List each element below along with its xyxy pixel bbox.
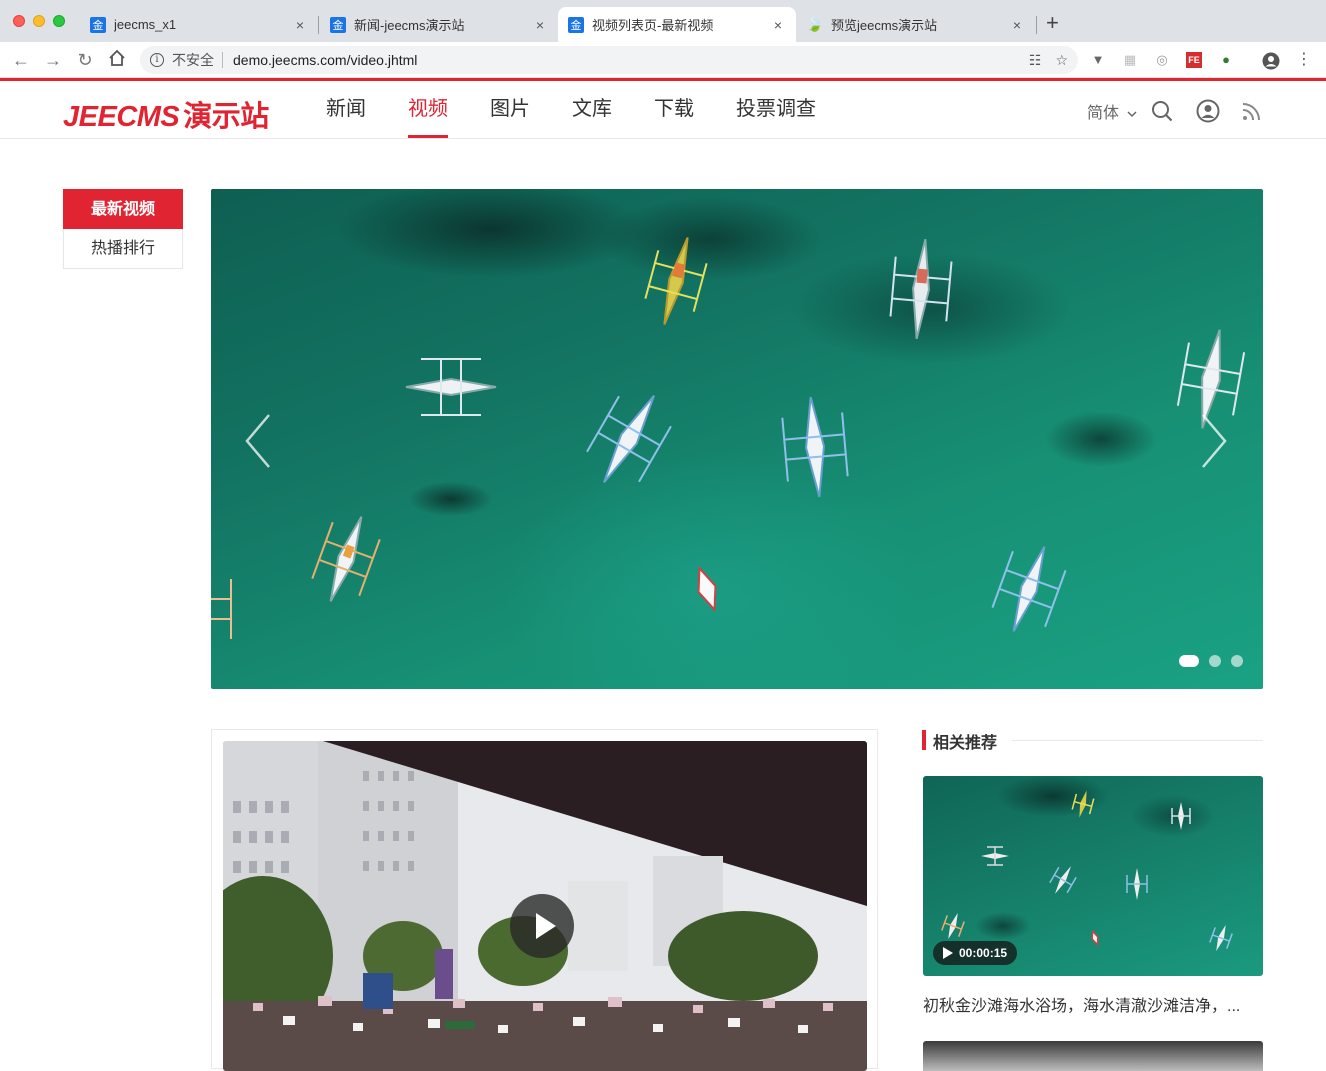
nav-news[interactable]: 新闻 (326, 81, 366, 139)
profile-icon[interactable] (1262, 52, 1280, 70)
carousel-pagination (1179, 655, 1243, 667)
fe-helper-icon[interactable]: FE (1186, 52, 1202, 68)
nav-library[interactable]: 文库 (572, 81, 612, 139)
rss-icon[interactable] (1240, 99, 1264, 123)
main-nav: 新闻 视频 图片 文库 下载 投票调查 (326, 81, 858, 139)
tab-title: 预览jeecms演示站 (831, 18, 938, 33)
new-tab-button[interactable]: + (1046, 12, 1059, 34)
back-icon[interactable]: ← (10, 49, 32, 71)
close-window-button[interactable] (13, 15, 25, 27)
user-icon[interactable] (1196, 99, 1220, 123)
extension-circle-icon[interactable]: ◎ (1154, 52, 1170, 68)
tab-title: 新闻-jeecms演示站 (354, 18, 465, 33)
related-header: 相关推荐 (922, 729, 1263, 752)
jeecms-favicon-icon: 金 (90, 16, 106, 33)
video-category-tabs: 最新视频 热播排行 (63, 189, 183, 269)
aerial-boats-image (211, 237, 1246, 639)
reload-icon[interactable]: ↻ (74, 49, 96, 71)
tab-latest-videos[interactable]: 最新视频 (63, 189, 183, 229)
logo-latin: JEECMS (63, 101, 180, 133)
language-label: 简体 (1087, 105, 1120, 122)
star-icon[interactable]: ☆ (1055, 52, 1068, 69)
menu-icon[interactable]: ⋮ (1296, 52, 1312, 68)
tab-popular-ranking[interactable]: 热播排行 (63, 229, 183, 269)
vue-devtools-icon[interactable]: ▼ (1090, 52, 1106, 68)
forward-icon[interactable]: → (42, 49, 64, 71)
tab-divider (318, 16, 319, 34)
address-bar[interactable]: i 不安全 demo.jeecms.com/video.jhtml ☷ ☆ (140, 46, 1078, 74)
heading-accent-bar (922, 730, 926, 750)
carousel-dot[interactable] (1231, 655, 1243, 667)
related-video-title[interactable]: 初秋金沙滩海水浴场，海水清澈沙滩洁净，... (923, 992, 1263, 1016)
browser-toolbar: ← → ↻ i 不安全 demo.jeecms.com/video.jhtml … (0, 42, 1326, 78)
nav-pictures[interactable]: 图片 (490, 81, 530, 139)
extension-grid-icon[interactable]: ▦ (1122, 52, 1138, 68)
tab-divider (1036, 16, 1037, 34)
browser-tab[interactable]: 🍃 预览jeecms演示站 × (797, 7, 1035, 42)
nav-survey[interactable]: 投票调查 (736, 81, 816, 139)
nav-video[interactable]: 视频 (408, 81, 448, 139)
browser-tab[interactable]: 金 新闻-jeecms演示站 × (320, 7, 558, 42)
language-selector[interactable]: 简体 (1087, 99, 1137, 123)
site-logo[interactable]: JEECMS 演示站 (63, 93, 269, 135)
translate-icon[interactable]: ☷ (1029, 52, 1042, 69)
tab-title: jeecms_x1 (114, 17, 177, 32)
jeecms-favicon-icon: 金 (568, 16, 584, 33)
browser-tabbar: 金 jeecms_x1 × 金 新闻-jeecms演示站 × 金 视频列表页-最… (0, 0, 1326, 42)
address-divider (222, 52, 223, 68)
heading-divider (1012, 740, 1263, 741)
related-title: 相关推荐 (933, 735, 998, 752)
info-icon[interactable]: i (150, 53, 164, 67)
nav-download[interactable]: 下载 (654, 81, 694, 139)
video-card[interactable] (211, 729, 878, 1071)
carousel-dot[interactable] (1179, 655, 1199, 667)
url-text: demo.jeecms.com/video.jhtml (233, 52, 418, 68)
home-icon[interactable] (106, 49, 128, 71)
minimize-window-button[interactable] (33, 15, 45, 27)
browser-tab[interactable]: 金 jeecms_x1 × (80, 7, 318, 42)
close-tab-icon[interactable]: × (292, 17, 308, 33)
related-video-thumbnail[interactable] (923, 1041, 1263, 1071)
logo-cn: 演示站 (183, 101, 269, 133)
zoom-window-button[interactable] (53, 15, 65, 27)
carousel-next-arrow-icon[interactable] (1199, 411, 1229, 471)
security-label: 不安全 (172, 52, 214, 68)
banner-carousel[interactable] (211, 189, 1263, 689)
carousel-dot[interactable] (1209, 655, 1221, 667)
video-duration-badge: 00:00:15 (933, 941, 1018, 965)
close-tab-icon[interactable]: × (1009, 17, 1025, 33)
leaf-favicon-icon: 🍃 (806, 16, 824, 32)
related-video-thumbnail[interactable]: 00:00:15 (923, 776, 1263, 976)
browser-tab-active[interactable]: 金 视频列表页-最新视频 × (558, 7, 796, 42)
tab-title: 视频列表页-最新视频 (592, 18, 714, 33)
close-tab-icon[interactable]: × (532, 17, 548, 33)
jeecms-favicon-icon: 金 (330, 16, 346, 33)
video-thumbnail[interactable] (223, 741, 867, 1071)
play-icon[interactable] (510, 894, 574, 958)
globe-extension-icon[interactable]: ● (1218, 52, 1234, 68)
search-icon[interactable] (1150, 99, 1174, 123)
site-header: JEECMS 演示站 新闻 视频 图片 文库 下载 投票调查 简体 (0, 81, 1326, 139)
close-tab-icon[interactable]: × (770, 17, 786, 33)
carousel-prev-arrow-icon[interactable] (243, 411, 273, 471)
chevron-down-icon (1127, 111, 1137, 117)
